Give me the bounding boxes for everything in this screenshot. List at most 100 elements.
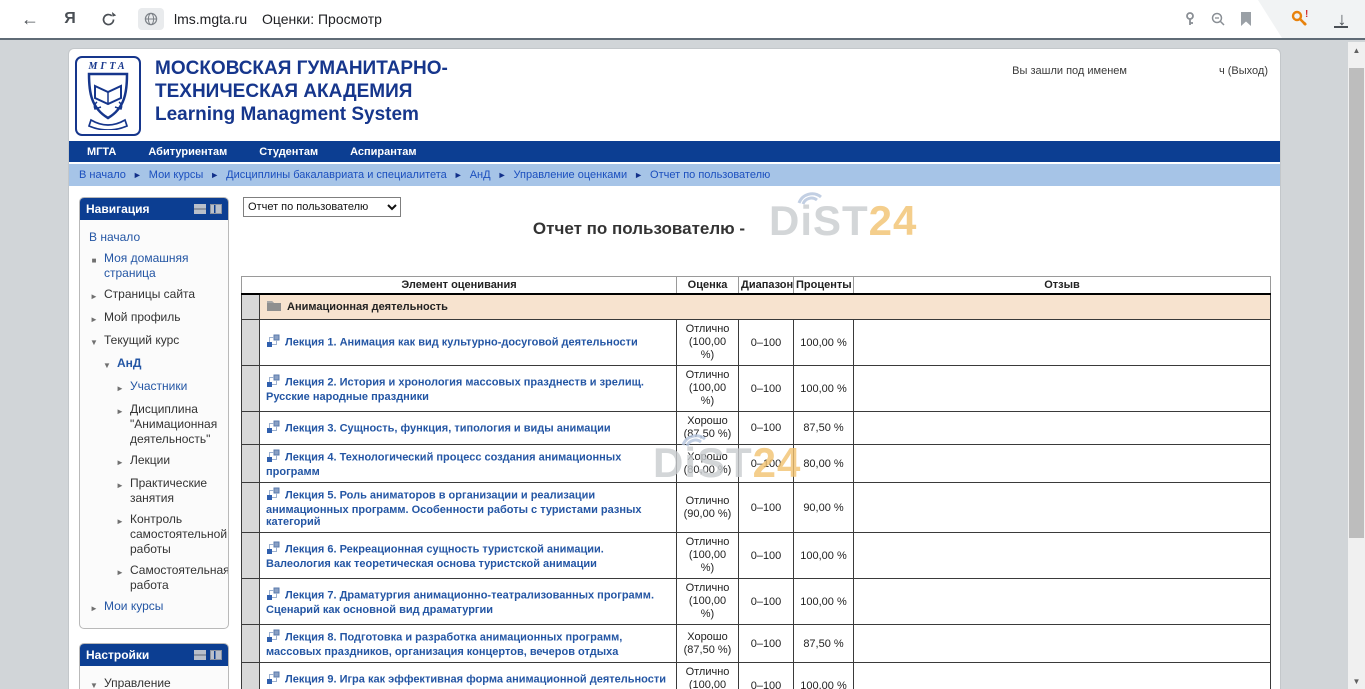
- refresh-icon[interactable]: [96, 7, 120, 31]
- grade-row: Лекция 9. Игра как эффективная форма ани…: [242, 663, 1271, 689]
- lesson-icon: [266, 334, 280, 351]
- expand-icon: ►: [89, 599, 99, 616]
- grade-percent-value: (100,00 %): [682, 382, 733, 408]
- sidebar-item[interactable]: ►Практические занятия: [89, 473, 224, 509]
- sidebar-item-label: Текущий курс: [104, 333, 224, 348]
- scroll-down-icon[interactable]: ▼: [1348, 673, 1365, 689]
- logout-link[interactable]: ч (Выход): [1219, 65, 1268, 77]
- sidebar-item-label: Практические занятия: [130, 476, 224, 506]
- grade-value: Отлично: [682, 666, 733, 679]
- zoom-icon[interactable]: [1206, 7, 1230, 31]
- sidebar-item[interactable]: ►Мой профиль: [89, 307, 224, 330]
- sidebar-item-label: Управление оценками: [104, 676, 224, 689]
- breadcrumb-link[interactable]: В начало: [79, 169, 126, 181]
- collapse-icon: ▼: [89, 676, 99, 689]
- category-cell: Анимационная деятельность: [260, 294, 1271, 320]
- indent-cell: [242, 533, 260, 579]
- site-title-line3: Learning Managment System: [155, 103, 448, 126]
- breadcrumb-separator-icon: ►: [210, 170, 219, 180]
- sidebar-item[interactable]: ►Участники: [89, 376, 224, 399]
- breadcrumb-link[interactable]: Мои курсы: [149, 169, 203, 181]
- grade-item-link[interactable]: Лекция 1. Анимация как вид культурно-дос…: [285, 336, 638, 348]
- sidebar-item-label: Самостоятельная работа: [130, 563, 229, 593]
- breadcrumb-link[interactable]: Управление оценками: [514, 169, 628, 181]
- expand-icon: ►: [89, 310, 99, 327]
- login-prefix: Вы зашли под именем: [1012, 65, 1127, 77]
- nav-item[interactable]: Аспирантам: [350, 146, 416, 158]
- feedback-cell: [854, 483, 1271, 533]
- feedback-cell: [854, 663, 1271, 689]
- nav-item[interactable]: Абитуриентам: [148, 146, 227, 158]
- range-cell: 0–100: [739, 533, 794, 579]
- breadcrumb-link[interactable]: АнД: [470, 169, 491, 181]
- sidebar-item[interactable]: ►Контроль самостоятельной работы: [89, 509, 224, 560]
- scroll-up-icon[interactable]: ▲: [1348, 42, 1365, 58]
- nav-item[interactable]: МГТА: [87, 146, 116, 158]
- breadcrumb-separator-icon: ►: [498, 170, 507, 180]
- grade-item-link[interactable]: Лекция 2. История и хронология массовых …: [266, 376, 644, 403]
- grade-value: Отлично: [682, 495, 733, 508]
- indent-cell: [242, 579, 260, 625]
- scrollbar-thumb[interactable]: [1349, 68, 1364, 538]
- dock-block-icon[interactable]: [210, 650, 222, 660]
- download-icon[interactable]: ↓: [1330, 7, 1354, 31]
- sidebar-item[interactable]: ▼Текущий курс: [89, 330, 224, 353]
- sidebar-item[interactable]: ►Дисциплина "Анимационная деятельность": [89, 399, 224, 450]
- grade-cell: Отлично(100,00 %): [677, 579, 739, 625]
- sidebar-item[interactable]: ►Страницы сайта: [89, 284, 224, 307]
- grade-percent-value: (100,00 %): [682, 549, 733, 575]
- grade-cell: Хорошо(87,50 %): [677, 625, 739, 663]
- collapse-block-icon[interactable]: [194, 204, 206, 214]
- url-text[interactable]: lms.mgta.ru: [174, 11, 247, 27]
- shield-emblem-icon: [83, 72, 133, 130]
- breadcrumb-separator-icon: ►: [634, 170, 643, 180]
- category-label: Анимационная деятельность: [287, 301, 448, 313]
- sidebar-item-label: Участники: [130, 379, 224, 394]
- back-icon[interactable]: ←: [18, 7, 42, 31]
- nav-item[interactable]: Студентам: [259, 146, 318, 158]
- page-scrollbar[interactable]: ▲ ▼: [1348, 42, 1365, 689]
- breadcrumb-link[interactable]: Отчет по пользователю: [650, 169, 770, 181]
- range-cell: 0–100: [739, 320, 794, 366]
- grade-item-link[interactable]: Лекция 7. Драматургия анимационно-театра…: [266, 589, 654, 616]
- sidebar-item[interactable]: ▼ Управление оценками: [89, 673, 224, 689]
- sidebar-item[interactable]: ►Мои курсы: [89, 596, 224, 619]
- screen: ← Я lms.mgta.ru Оценки: Просмотр ! ↓ ▲ ▼: [0, 0, 1365, 689]
- grade-item-link[interactable]: Лекция 5. Роль аниматоров в организации …: [266, 489, 642, 528]
- range-cell: 0–100: [739, 625, 794, 663]
- sidebar-item[interactable]: ■Моя домашняя страница: [89, 248, 224, 284]
- sidebar-item[interactable]: ►Лекции: [89, 450, 224, 473]
- grade-value: Хорошо: [682, 415, 733, 428]
- item-name-cell: Лекция 2. История и хронология массовых …: [260, 366, 677, 412]
- sidebar-item[interactable]: ►Самостоятельная работа: [89, 560, 224, 596]
- lesson-icon: [266, 587, 280, 604]
- settings-block-header: Настройки: [80, 644, 228, 666]
- grade-cell: Отлично(100,00 %): [677, 533, 739, 579]
- grade-value: Хорошо: [682, 631, 733, 644]
- breadcrumb-link[interactable]: Дисциплины бакалавриата и специалитета: [226, 169, 447, 181]
- indent-cell: [242, 412, 260, 445]
- site-content: МГТА МОСКОВСКАЯ ГУМАНИТАРНО- ТЕХНИЧЕСКАЯ…: [68, 48, 1281, 689]
- report-type-select[interactable]: Отчет по пользователю: [243, 197, 401, 217]
- grade-item-link[interactable]: Лекция 9. Игра как эффективная форма ани…: [266, 673, 666, 689]
- grade-item-link[interactable]: Лекция 4. Технологический процесс создан…: [266, 451, 621, 478]
- sidebar-item[interactable]: ▼АнД: [89, 353, 224, 376]
- grade-row: Лекция 6. Рекреационная сущность туристс…: [242, 533, 1271, 579]
- grade-row: Лекция 7. Драматургия анимационно-театра…: [242, 579, 1271, 625]
- feedback-cell: [854, 366, 1271, 412]
- percent-cell: 80,00 %: [794, 445, 854, 483]
- grade-item-link[interactable]: Лекция 6. Рекреационная сущность туристс…: [266, 543, 604, 570]
- grade-percent-value: (90,00 %): [682, 508, 733, 521]
- expand-icon: ►: [115, 512, 125, 529]
- bookmark-icon[interactable]: [1234, 7, 1258, 31]
- dock-block-icon[interactable]: [210, 204, 222, 214]
- collapse-block-icon[interactable]: [194, 650, 206, 660]
- yandex-logo-icon[interactable]: Я: [58, 7, 82, 31]
- key-icon[interactable]: [1178, 7, 1202, 31]
- expand-icon: ►: [115, 563, 125, 580]
- grade-cell: Отлично(100,00 %): [677, 663, 739, 689]
- grade-item-link[interactable]: Лекция 8. Подготовка и разработка анимац…: [266, 631, 622, 658]
- grade-item-link[interactable]: Лекция 3. Сущность, функция, типология и…: [285, 422, 611, 434]
- password-alert-key-icon[interactable]: !: [1288, 7, 1312, 31]
- feedback-cell: [854, 445, 1271, 483]
